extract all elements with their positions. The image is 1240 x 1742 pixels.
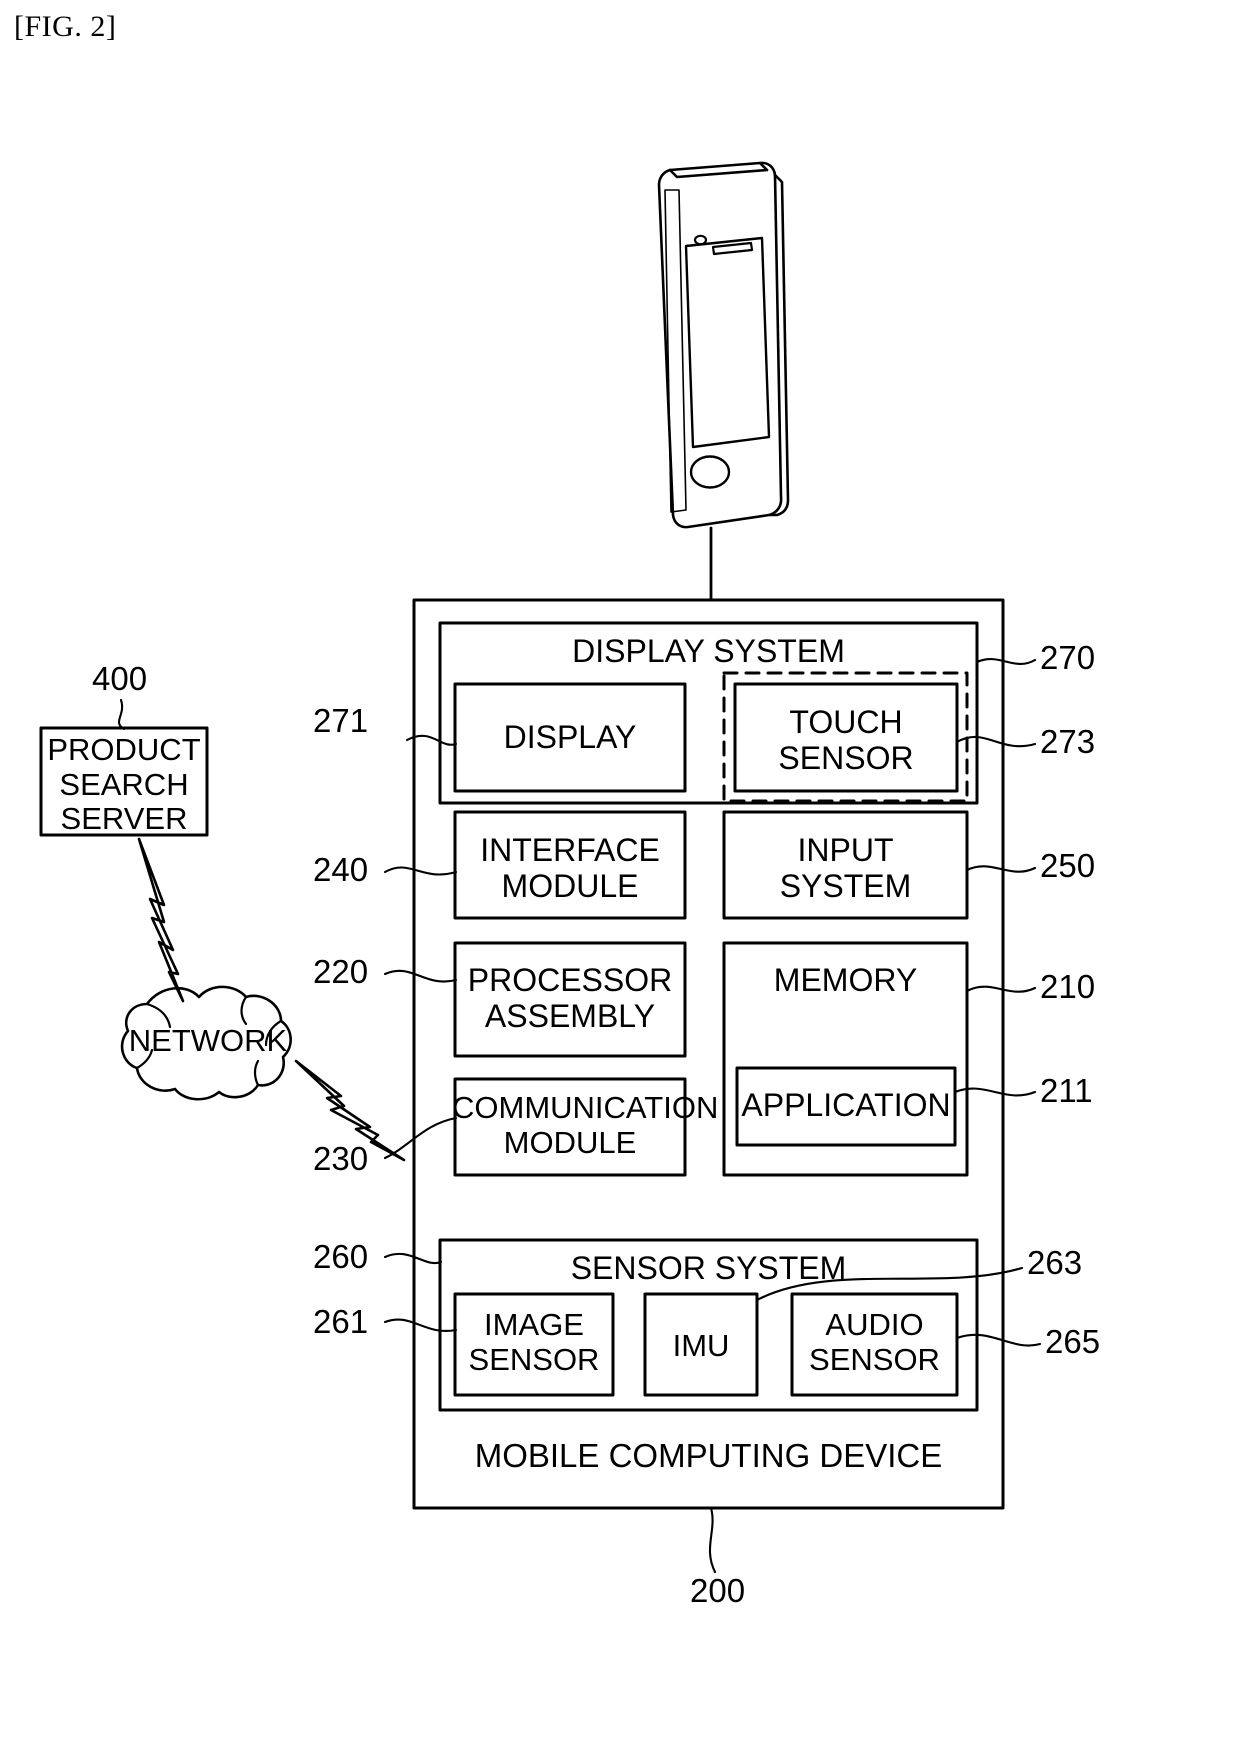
leader-273 xyxy=(955,736,1037,748)
ref-260: 260 xyxy=(313,1238,369,1275)
leader-210 xyxy=(965,985,1037,993)
ref-230: 230 xyxy=(313,1140,369,1177)
leader-270 xyxy=(975,658,1037,665)
mobile-device-label: MOBILE COMPUTING DEVICE xyxy=(474,1437,943,1474)
memory-label: MEMORY xyxy=(773,962,918,998)
figure-canvas: [FIG. 2] PRODUCT SEARCH SERVER 400 NETWO… xyxy=(0,0,1240,1742)
sensor-system-label: SENSOR SYSTEM xyxy=(570,1250,847,1286)
leader-265 xyxy=(955,1333,1042,1347)
imu-label: IMU xyxy=(672,1328,730,1363)
ref-263: 263 xyxy=(1027,1244,1083,1281)
network-label: NETWORK xyxy=(128,1023,288,1058)
ref-211: 211 xyxy=(1040,1072,1093,1109)
ref-200: 200 xyxy=(690,1572,746,1609)
leader-240 xyxy=(383,866,458,876)
ref-240: 240 xyxy=(313,851,369,888)
phone-screen xyxy=(684,236,771,449)
leader-400 xyxy=(118,698,126,731)
leader-261 xyxy=(383,1318,458,1333)
phone-earpiece xyxy=(711,241,754,256)
display-system-label: DISPLAY SYSTEM xyxy=(572,633,845,669)
ref-220: 220 xyxy=(313,953,369,990)
communication-module-label: COMMUNICATION MODULE xyxy=(452,1090,719,1160)
display-label: DISPLAY xyxy=(503,719,637,755)
product-search-server-label: PRODUCT SEARCH SERVER xyxy=(47,732,201,837)
touch-sensor-label: TOUCH SENSOR xyxy=(778,704,914,776)
ref-400: 400 xyxy=(92,660,148,697)
leader-220 xyxy=(383,969,458,983)
ref-270: 270 xyxy=(1040,639,1096,676)
mobile-phone-illustration xyxy=(657,161,790,529)
ref-271: 271 xyxy=(313,702,369,739)
lightning-bolt-server-network xyxy=(137,837,185,1003)
ref-265: 265 xyxy=(1045,1323,1101,1360)
ref-261: 261 xyxy=(313,1303,369,1340)
input-system-label: INPUT SYSTEM xyxy=(779,832,912,904)
image-sensor-label: IMAGE SENSOR xyxy=(468,1307,600,1377)
phone-front-camera xyxy=(693,234,708,246)
ref-250: 250 xyxy=(1040,847,1096,884)
phone-home-button xyxy=(689,455,731,489)
leader-200 xyxy=(708,1506,717,1574)
interface-module-label: INTERFACE MODULE xyxy=(480,832,660,904)
leader-250 xyxy=(965,865,1037,873)
audio-sensor-label: AUDIO SENSOR xyxy=(809,1307,940,1377)
application-label: APPLICATION xyxy=(741,1087,951,1123)
processor-assembly-label: PROCESSOR ASSEMBLY xyxy=(467,962,673,1034)
leader-230 xyxy=(383,1116,458,1160)
ref-210: 210 xyxy=(1040,968,1096,1005)
ref-273: 273 xyxy=(1040,723,1096,760)
